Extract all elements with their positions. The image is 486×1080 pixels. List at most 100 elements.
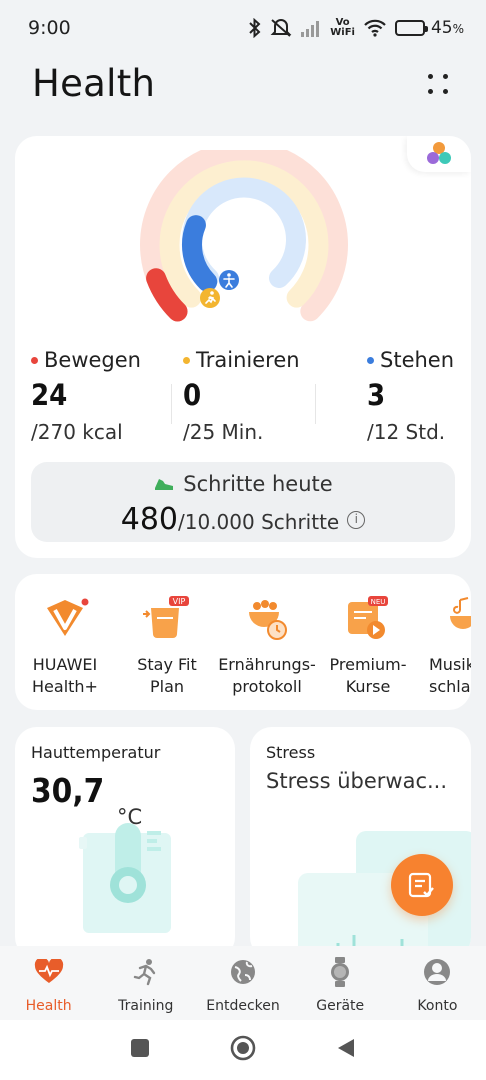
vip-badge: VIP	[173, 597, 186, 606]
service-label: Musik schla	[429, 655, 471, 696]
skin-temperature-value: 30,7	[31, 771, 105, 810]
volte-bottom-label: WiFi	[330, 27, 355, 38]
nav-item-account[interactable]: Konto	[389, 946, 486, 1020]
skin-temperature-card[interactable]: Hauttemperatur 30,7 °C	[15, 727, 235, 959]
stay-fit-icon: VIP	[143, 594, 191, 642]
service-nutrition-log[interactable]: Ernährungs- protokoll	[215, 594, 319, 698]
volte-icon: Vo WiFi	[330, 18, 355, 38]
triangle-back-icon	[338, 1039, 354, 1057]
nutrition-icon	[243, 594, 291, 642]
nav-label: Training	[118, 998, 174, 1014]
metric-stand-goal: /12 Std.	[367, 420, 446, 444]
divider	[315, 384, 316, 424]
metric-exercise-goal: /25 Min.	[183, 420, 264, 444]
exercise-dot-icon	[183, 356, 190, 364]
status-time: 9:00	[28, 17, 71, 39]
service-label: Ernährungs- protokoll	[218, 655, 316, 696]
metric-move-label: Bewegen	[44, 348, 141, 372]
back-button[interactable]	[336, 1037, 356, 1063]
service-label: Stay Fit Plan	[137, 655, 197, 696]
system-nav-bar	[0, 1020, 486, 1080]
premium-courses-icon: NEU	[344, 594, 392, 642]
nav-item-devices[interactable]: Geräte	[292, 946, 389, 1020]
nav-label: Entdecken	[206, 998, 280, 1014]
signal-icon	[300, 19, 322, 37]
stress-card[interactable]: Stress Stress überwac...	[250, 727, 471, 959]
bottom-nav: Health Training Entdecken Geräte Konto	[0, 946, 486, 1020]
person-icon	[389, 958, 486, 986]
service-music-sleep[interactable]: Musik schla	[416, 594, 471, 698]
thermometer-icon	[79, 823, 171, 933]
more-dot-icon	[428, 89, 433, 94]
info-icon[interactable]: i	[347, 510, 366, 529]
huawei-health-plus-icon	[41, 594, 89, 642]
metric-move-goal: /270 kcal	[31, 420, 123, 444]
steps-goal: /10.000 Schritte	[178, 510, 340, 534]
service-label: Premium- Kurse	[329, 655, 407, 696]
metric-stand: Stehen 3 /12 Std.	[367, 348, 454, 444]
metric-stand-label: Stehen	[380, 348, 455, 372]
record-fab-button[interactable]	[391, 854, 453, 916]
stand-dot-icon	[367, 356, 374, 364]
skin-temperature-title: Hauttemperatur	[31, 743, 161, 762]
wifi-icon	[363, 19, 387, 37]
more-options-button[interactable]	[424, 70, 452, 98]
circle-icon	[230, 1035, 256, 1061]
metric-stand-value: 3	[367, 378, 386, 412]
move-dot-icon	[31, 356, 38, 364]
more-dot-icon	[428, 74, 433, 79]
checklist-icon	[408, 872, 434, 898]
globe-icon	[194, 958, 291, 986]
nav-item-training[interactable]: Training	[97, 946, 194, 1020]
more-dot-icon	[443, 89, 448, 94]
services-card: HUAWEI Health+ VIP Stay Fit Plan Ernähru…	[15, 574, 471, 710]
service-label: HUAWEI Health+	[32, 655, 98, 696]
nav-label: Health	[25, 998, 72, 1014]
service-huawei-health-plus[interactable]: HUAWEI Health+	[15, 594, 117, 698]
activity-metrics: Bewegen 24 /270 kcal Trainieren 0 /25 Mi…	[15, 348, 471, 458]
exercise-runner-icon	[200, 288, 220, 308]
status-bar: 9:00 Vo WiFi 45%	[0, 0, 486, 56]
new-badge: NEU	[371, 598, 386, 606]
metric-move: Bewegen 24 /270 kcal	[31, 348, 141, 444]
nav-label: Geräte	[316, 998, 365, 1014]
page-title: Health	[32, 62, 156, 105]
status-icons: Vo WiFi 45%	[248, 18, 464, 38]
nav-item-discover[interactable]: Entdecken	[194, 946, 291, 1020]
home-button[interactable]	[230, 1035, 256, 1065]
square-icon	[131, 1039, 149, 1057]
bluetooth-icon	[248, 18, 262, 38]
battery-percent-symbol: %	[452, 22, 464, 36]
steps-today-panel[interactable]: Schritte heute 480 /10.000 Schritte i	[31, 462, 455, 542]
three-circles-icon	[427, 142, 451, 164]
music-icon	[444, 594, 471, 642]
battery-indicator: 45%	[394, 18, 464, 38]
service-stay-fit-plan[interactable]: VIP Stay Fit Plan	[115, 594, 219, 698]
metric-move-value: 24	[31, 378, 68, 412]
stand-ring-progress	[182, 215, 218, 292]
service-premium-courses[interactable]: NEU Premium- Kurse	[316, 594, 420, 698]
watch-icon	[292, 957, 389, 987]
battery-percent: 45	[430, 18, 453, 38]
metric-exercise-value: 0	[183, 378, 202, 412]
ring-style-button[interactable]	[407, 136, 471, 172]
heart-pulse-icon	[0, 958, 97, 986]
nav-label: Konto	[417, 998, 458, 1014]
recents-button[interactable]	[130, 1038, 150, 1062]
stand-ring-track	[182, 177, 306, 288]
steps-count: 480	[120, 502, 179, 537]
divider	[171, 384, 172, 424]
shoe-icon	[155, 479, 174, 490]
more-dot-icon	[443, 74, 448, 79]
battery-icon	[394, 20, 428, 36]
metric-exercise: Trainieren 0 /25 Min.	[183, 348, 300, 444]
nav-item-health[interactable]: Health	[0, 946, 97, 1020]
metric-exercise-label: Trainieren	[196, 348, 300, 372]
activity-rings-card[interactable]: Bewegen 24 /270 kcal Trainieren 0 /25 Mi…	[15, 136, 471, 558]
activity-rings	[140, 150, 348, 322]
stress-subtitle: Stress überwac...	[266, 769, 448, 793]
mute-icon	[270, 18, 292, 38]
stress-title: Stress	[266, 743, 316, 762]
fire-icon	[188, 308, 198, 322]
steps-title: Schritte heute	[183, 472, 333, 496]
